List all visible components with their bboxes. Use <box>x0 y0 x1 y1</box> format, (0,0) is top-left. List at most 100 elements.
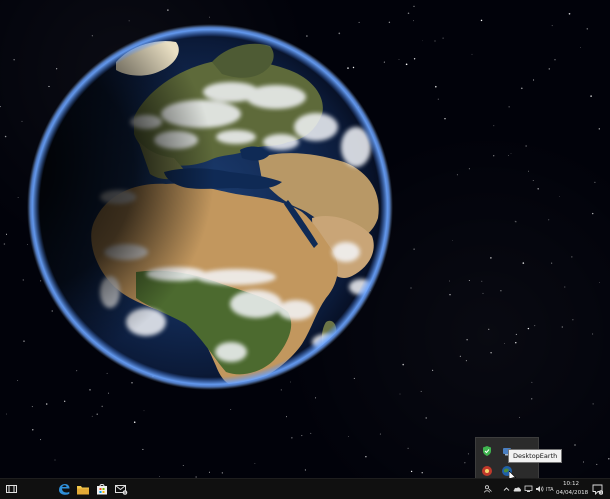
star <box>527 327 530 330</box>
star <box>107 392 110 394</box>
star <box>254 463 256 464</box>
star <box>590 95 592 97</box>
star <box>17 197 19 198</box>
task-view-icon <box>5 485 17 493</box>
star <box>467 453 469 455</box>
star <box>444 117 446 120</box>
star <box>594 181 596 184</box>
star <box>5 413 7 415</box>
star <box>558 196 560 197</box>
shield-tray-icon[interactable] <box>481 442 493 456</box>
star <box>96 413 98 415</box>
star <box>425 417 427 419</box>
onedrive-icon[interactable] <box>513 485 522 495</box>
star <box>532 180 534 181</box>
star <box>564 286 566 288</box>
tray-tooltip: DesktopEarth <box>508 449 563 463</box>
star <box>591 212 594 215</box>
star <box>568 12 571 15</box>
star <box>586 28 589 30</box>
star <box>405 63 408 66</box>
people-icon[interactable] <box>484 485 492 495</box>
star <box>398 59 400 60</box>
file-explorer-taskbar-button[interactable] <box>75 481 91 497</box>
svg-text:3: 3 <box>599 490 601 494</box>
star <box>420 390 422 392</box>
star <box>23 340 25 342</box>
star <box>410 287 412 289</box>
star <box>481 280 483 282</box>
star <box>598 128 600 130</box>
star <box>437 98 439 100</box>
star <box>515 342 517 344</box>
star <box>592 333 594 335</box>
star <box>407 12 410 15</box>
star <box>413 5 415 7</box>
star <box>493 125 495 127</box>
star <box>459 355 461 357</box>
star <box>554 59 556 61</box>
star <box>40 439 42 441</box>
star <box>551 25 553 27</box>
notification-icon: 3 <box>592 484 603 495</box>
star <box>599 282 601 283</box>
chevron-up-icon[interactable] <box>503 485 510 495</box>
star <box>465 360 467 362</box>
star <box>471 53 473 55</box>
star <box>209 16 210 18</box>
star <box>208 471 210 473</box>
star <box>32 429 34 431</box>
star <box>508 154 509 156</box>
star <box>548 219 550 221</box>
star <box>64 400 66 402</box>
star <box>421 472 423 474</box>
star <box>301 435 303 437</box>
earth-globe <box>27 24 393 390</box>
star <box>379 433 381 435</box>
app-tray-icon[interactable] <box>481 462 493 476</box>
star <box>456 174 458 176</box>
star <box>508 106 510 108</box>
star <box>551 262 553 264</box>
star <box>531 398 533 400</box>
store-taskbar-button[interactable] <box>94 481 110 497</box>
star <box>347 436 349 437</box>
mail-taskbar-button[interactable]: 5 <box>113 481 129 497</box>
star <box>466 339 468 341</box>
folder-icon <box>77 485 89 494</box>
star <box>592 403 594 405</box>
star <box>533 79 535 81</box>
star <box>365 456 367 458</box>
star <box>286 416 287 418</box>
star <box>490 351 492 354</box>
star <box>449 280 450 282</box>
clock-date: 04/04/2018 <box>556 489 589 496</box>
star <box>534 325 536 327</box>
mail-icon: 5 <box>114 484 127 495</box>
star <box>17 379 19 382</box>
star <box>572 319 574 321</box>
star <box>468 168 470 170</box>
desktop-wallpaper: DesktopEarth <box>0 0 610 478</box>
star <box>413 20 414 22</box>
network-icon[interactable] <box>524 485 533 495</box>
star <box>315 397 317 399</box>
star <box>574 444 576 446</box>
star <box>449 293 451 296</box>
star <box>3 243 6 245</box>
star <box>91 415 93 417</box>
edge-taskbar-button[interactable] <box>56 481 72 497</box>
star <box>480 19 483 22</box>
star <box>464 462 466 464</box>
language-indicator[interactable]: ITA <box>546 486 554 494</box>
taskbar-clock[interactable]: 10:12 04/04/2018 <box>556 480 589 497</box>
star <box>488 328 490 330</box>
star <box>142 448 144 450</box>
star <box>6 233 7 235</box>
star <box>525 145 527 147</box>
action-center-button[interactable]: 3 <box>589 481 605 497</box>
task-view-button[interactable] <box>3 481 19 497</box>
volume-icon[interactable] <box>535 485 544 495</box>
star <box>434 40 436 42</box>
star <box>413 58 416 60</box>
